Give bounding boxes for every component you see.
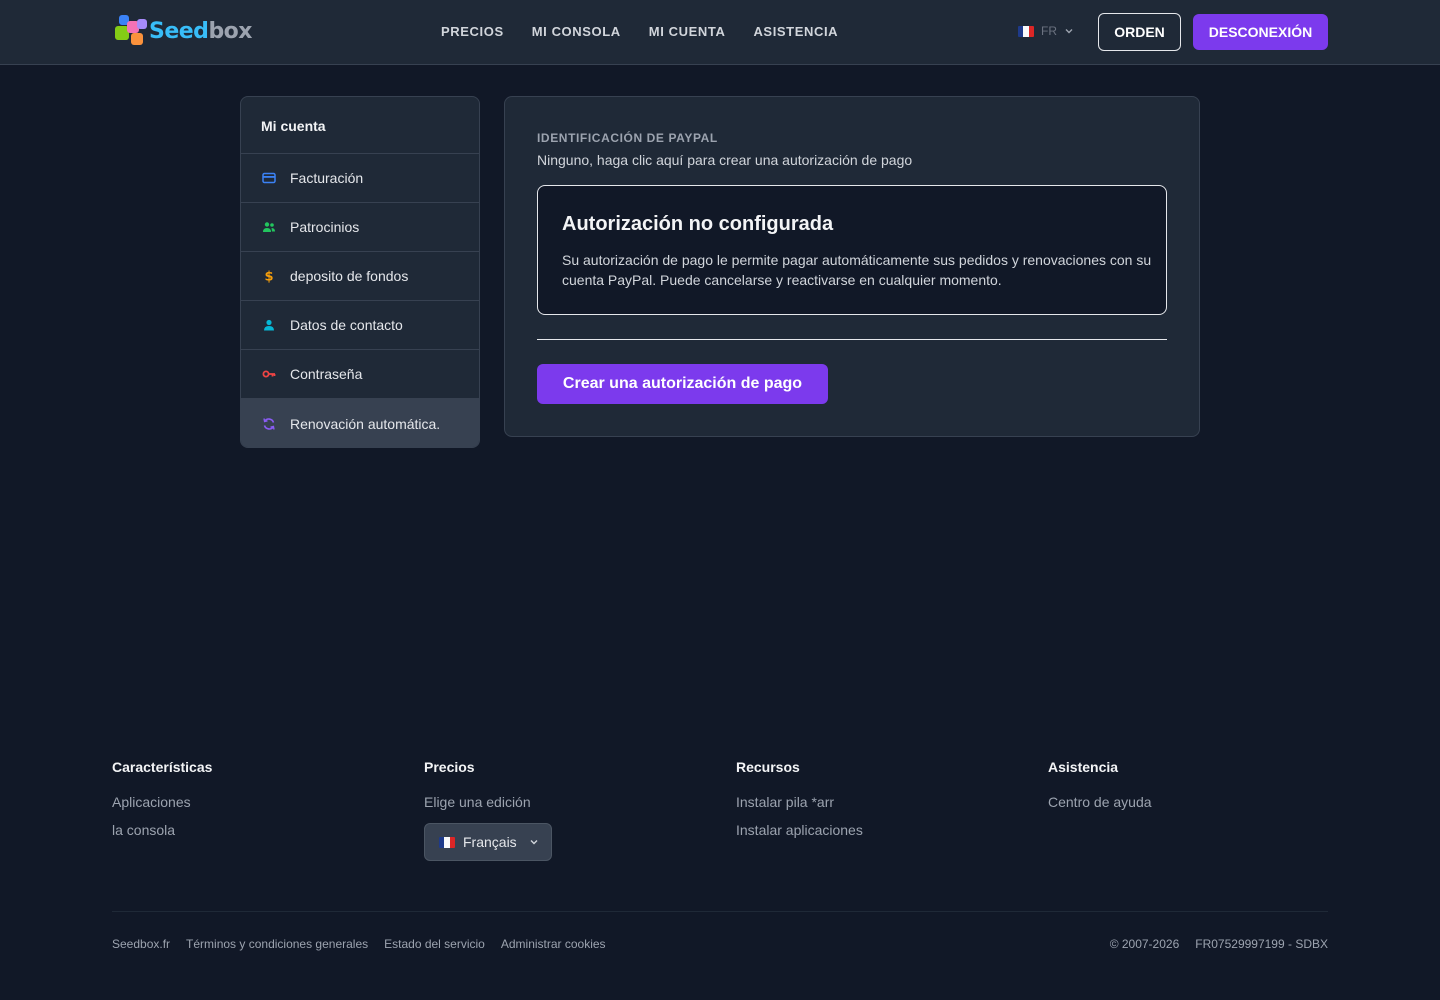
nav-asistencia[interactable]: ASISTENCIA — [753, 24, 838, 39]
user-icon — [262, 318, 276, 332]
footer-link-cookies[interactable]: Administrar cookies — [501, 937, 606, 951]
footer-link-seedbox[interactable]: Seedbox.fr — [112, 937, 170, 951]
account-sidebar: Mi cuenta Facturación Patrocinios $ depo… — [240, 96, 480, 448]
footer-column-title: Recursos — [736, 759, 800, 775]
footer-link-pila-arr[interactable]: Instalar pila *arr — [736, 793, 863, 811]
dollar-icon: $ — [262, 269, 276, 284]
nav-mi-consola[interactable]: MI CONSOLA — [532, 24, 621, 39]
credit-card-icon — [262, 171, 276, 185]
sidebar-item-label: Patrocinios — [290, 219, 360, 235]
footer-language-value: Français — [463, 834, 517, 850]
footer-link-estado[interactable]: Estado del servicio — [384, 937, 485, 951]
sidebar-item-facturacion[interactable]: Facturación — [241, 154, 479, 203]
nav-precios[interactable]: PRECIOS — [441, 24, 504, 39]
refresh-icon — [262, 417, 276, 431]
chevron-down-icon — [530, 840, 538, 845]
footer-link-aplicaciones[interactable]: Aplicaciones — [112, 793, 212, 811]
footer-link-terminos[interactable]: Términos y condiciones generales — [186, 937, 368, 951]
footer-column-title: Asistencia — [1048, 759, 1119, 775]
key-icon — [262, 367, 276, 381]
svg-text:$: $ — [264, 270, 273, 284]
footer-divider — [112, 911, 1328, 912]
paypal-id-label: IDENTIFICACIÓN DE PAYPAL — [537, 131, 718, 145]
logo-text: Seedbox — [149, 18, 252, 44]
sidebar-item-deposito[interactable]: $ deposito de fondos — [241, 252, 479, 301]
sidebar-item-label: Datos de contacto — [290, 317, 403, 333]
sidebar-item-label: Renovación automática. — [290, 415, 441, 432]
copyright-text: © 2007-2026 — [1109, 937, 1180, 951]
footer-legal: © 2007-2026 FR07529997199 - SDBX — [1110, 937, 1328, 951]
authorization-description: Su autorización de pago le permite pagar… — [562, 252, 1152, 288]
footer-column-precios: Precios Elige una edición Français — [424, 759, 552, 861]
nav-mi-cuenta[interactable]: MI CUENTA — [649, 24, 726, 39]
order-button[interactable]: ORDEN — [1098, 13, 1181, 51]
main-nav: PRECIOS MI CONSOLA MI CUENTA ASISTENCIA — [441, 24, 838, 39]
chevron-down-icon — [1065, 29, 1073, 34]
footer-link-edicion[interactable]: Elige una edición — [424, 793, 552, 811]
company-id-text: FR07529997199 - SDBX — [1195, 937, 1328, 951]
footer-column-caracteristicas: Características Aplicaciones la consola — [112, 759, 212, 849]
france-flag-icon — [439, 836, 455, 848]
logout-button[interactable]: DESCONEXIÓN — [1193, 14, 1328, 50]
top-header: Seedbox PRECIOS MI CONSOLA MI CUENTA ASI… — [0, 0, 1440, 65]
footer-link-consola[interactable]: la consola — [112, 821, 212, 839]
sidebar-item-contacto[interactable]: Datos de contacto — [241, 301, 479, 350]
sidebar-item-label: Contraseña — [290, 366, 363, 382]
sidebar-item-contrasena[interactable]: Contraseña — [241, 350, 479, 399]
footer-bottom-links: Seedbox.fr Términos y condiciones genera… — [112, 937, 606, 951]
create-authorization-button[interactable]: Crear una autorización de pago — [537, 364, 828, 404]
footer-link-centro-ayuda[interactable]: Centro de ayuda — [1048, 793, 1152, 811]
sidebar-item-label: Facturación — [290, 170, 364, 186]
authorization-status-title: Autorización no configurada — [562, 213, 834, 235]
footer-column-title: Características — [112, 759, 213, 775]
logo-mark-icon — [113, 15, 149, 47]
sidebar-item-patrocinios[interactable]: Patrocinios — [241, 203, 479, 252]
footer-column-title: Precios — [424, 759, 475, 775]
users-icon — [262, 220, 276, 234]
footer-language-select[interactable]: Français — [424, 823, 552, 861]
paypal-id-value[interactable]: Ninguno, haga clic aquí para crear una a… — [537, 152, 912, 168]
seedbox-logo[interactable]: Seedbox — [113, 15, 252, 47]
sidebar-item-label: deposito de fondos — [290, 268, 409, 284]
language-switcher[interactable]: FR — [1018, 24, 1074, 38]
sidebar-item-renovacion[interactable]: Renovación automática. — [241, 399, 479, 447]
footer-link-instalar-aplicaciones[interactable]: Instalar aplicaciones — [736, 821, 863, 839]
authorization-status-box: Autorización no configurada Su autorizac… — [537, 185, 1167, 315]
language-code: FR — [1041, 24, 1057, 38]
divider — [537, 339, 1167, 340]
france-flag-icon — [1018, 25, 1034, 37]
payment-authorization-card: IDENTIFICACIÓN DE PAYPAL Ninguno, haga c… — [504, 96, 1200, 437]
footer-column-asistencia: Asistencia Centro de ayuda — [1048, 759, 1152, 821]
sidebar-title: Mi cuenta — [241, 97, 479, 154]
footer-column-recursos: Recursos Instalar pila *arr Instalar apl… — [736, 759, 863, 849]
